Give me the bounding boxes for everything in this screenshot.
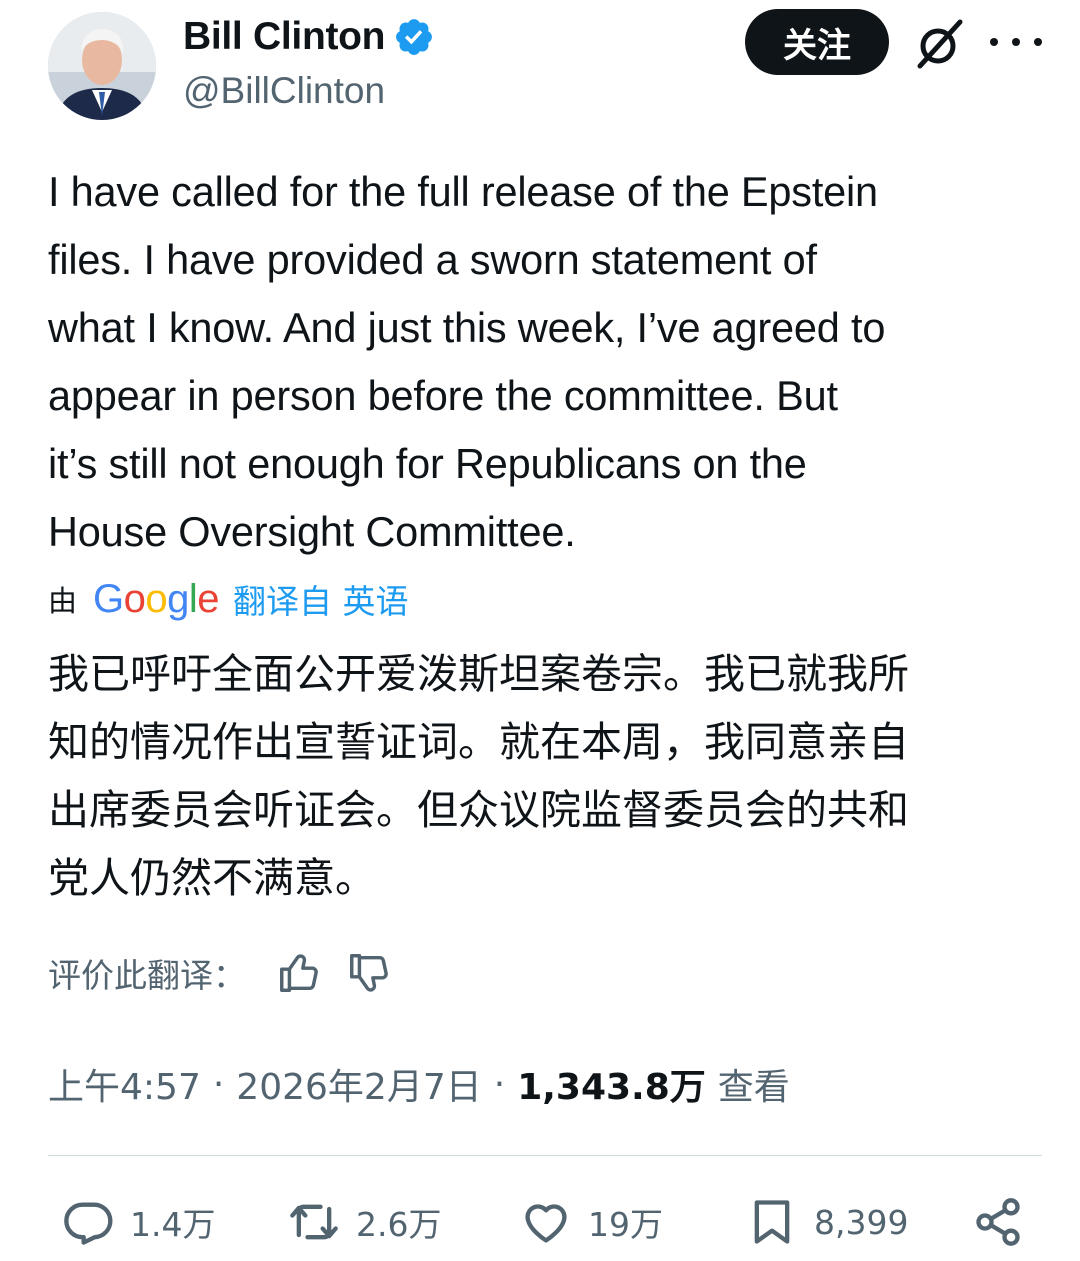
more-dot [1012, 38, 1020, 46]
meta-separator: · [493, 1063, 506, 1105]
grok-icon[interactable] [912, 16, 968, 72]
translated-text: 我已呼吁全面公开爱泼斯坦案卷宗。我已就我所 知的情况作出宣誓证词。就在本周，我同… [48, 640, 1048, 912]
translated-line: 党人仍然不满意。 [48, 854, 376, 902]
tweet-line: I have called for the full release of th… [48, 168, 878, 215]
avatar-image [48, 12, 156, 120]
name-row: Bill Clinton [183, 12, 435, 62]
views-label: 查看 [717, 1067, 790, 1108]
repost-count: 2.6万 [356, 1205, 442, 1244]
translated-by-label: 由 [48, 584, 78, 618]
tweet-header: Bill Clinton @BillClinton 关注 [0, 0, 1080, 130]
avatar[interactable] [48, 12, 156, 120]
repost-icon [290, 1204, 338, 1240]
tweet-time[interactable]: 上午4:57 [48, 1058, 201, 1110]
views-count[interactable]: 1,343.8万 [517, 1058, 706, 1110]
tweet-line: files. I have provided a sworn statement… [48, 236, 817, 283]
display-name[interactable]: Bill Clinton [183, 15, 386, 59]
meta-separator: · [212, 1063, 225, 1105]
translation-attribution: 由 Google 翻译自 英语 [48, 574, 409, 624]
rate-translation: 评价此翻译： [48, 948, 392, 998]
reply-icon [64, 1202, 113, 1245]
user-handle[interactable]: @BillClinton [183, 70, 385, 112]
bookmark-icon [754, 1200, 790, 1244]
repost-button[interactable]: 2.6万 [288, 1192, 441, 1252]
translated-from-link[interactable]: 翻译自 英语 [233, 575, 409, 623]
heart-icon [525, 1204, 567, 1243]
tweet-line: it’s still not enough for Republicans on… [48, 440, 807, 487]
divider [48, 1155, 1042, 1156]
share-button[interactable] [972, 1192, 1024, 1252]
google-logo: Google [93, 576, 220, 621]
tweet-line: appear in person before the committee. B… [48, 372, 838, 419]
action-bar: 1.4万 2.6万 19万 8,399 [0, 1180, 1080, 1260]
thumbs-down-icon[interactable] [346, 950, 392, 996]
tweet-date[interactable]: 2026年2月7日 [236, 1058, 481, 1110]
translated-line: 出席委员会听证会。但众议院监督委员会的共和 [48, 786, 909, 834]
bookmark-count: 8,399 [814, 1202, 909, 1242]
reply-count: 1.4万 [130, 1205, 216, 1244]
like-count: 19万 [588, 1205, 663, 1244]
bookmark-button[interactable]: 8,399 [746, 1192, 908, 1252]
tweet-text: I have called for the full release of th… [48, 158, 1058, 566]
share-icon [976, 1198, 1020, 1246]
more-icon[interactable] [990, 20, 1042, 64]
rate-translation-label: 评价此翻译： [48, 956, 246, 995]
follow-button[interactable]: 关注 [745, 9, 889, 75]
more-dot [990, 38, 998, 46]
translated-line: 我已呼吁全面公开爱泼斯坦案卷宗。我已就我所 [48, 650, 909, 698]
reply-button[interactable]: 1.4万 [62, 1192, 215, 1252]
tweet-meta: 上午4:57 · 2026年2月7日 · 1,343.8万 查看 [48, 1056, 790, 1112]
verified-badge-icon [396, 19, 433, 55]
like-button[interactable]: 19万 [520, 1192, 663, 1252]
tweet-line: what I know. And just this week, I’ve ag… [48, 304, 886, 351]
translated-line: 知的情况作出宣誓证词。就在本周，我同意亲自 [48, 718, 909, 766]
thumbs-up-icon[interactable] [276, 950, 322, 996]
tweet-line: House Oversight Committee. [48, 508, 576, 555]
more-dot [1034, 38, 1042, 46]
